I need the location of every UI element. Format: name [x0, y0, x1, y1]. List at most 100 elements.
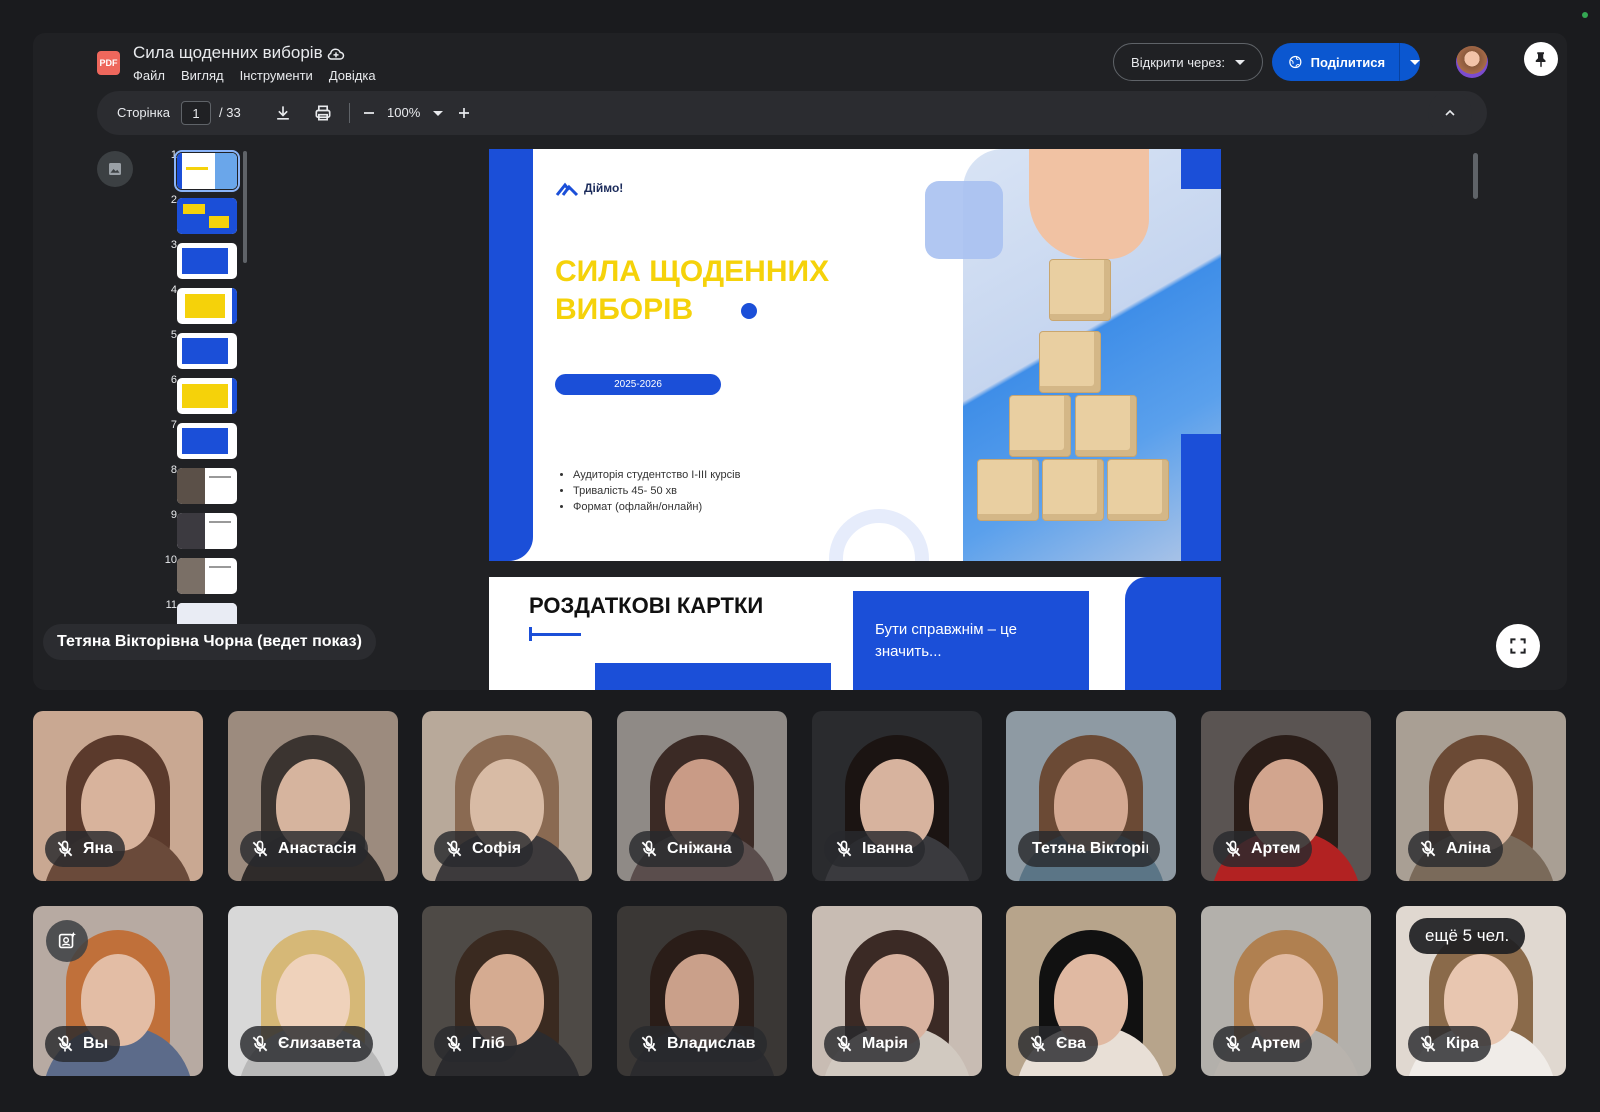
thumbnail-number: 11: [165, 599, 177, 611]
thumbnail-page-9[interactable]: 9: [147, 509, 247, 551]
participant-tile[interactable]: Артем: [1201, 906, 1371, 1076]
menu-file[interactable]: Файл: [133, 68, 165, 83]
thumbnail-number: 2: [170, 194, 177, 206]
mic-off-icon: [252, 840, 268, 857]
thumbnail-page-4[interactable]: 4: [147, 284, 247, 326]
cube-flask-icon: [1009, 395, 1071, 457]
slide-corner-accent: [1181, 434, 1221, 561]
participant-tile[interactable]: Анастасія: [228, 711, 398, 881]
presenter-label: Тетяна Вікторівна Чорна (ведет показ): [43, 624, 376, 660]
participant-tile[interactable]: Артем: [1201, 711, 1371, 881]
participant-name: Тетяна Вікторівна Чорна: [1032, 840, 1148, 857]
share-button[interactable]: Поділитися: [1272, 43, 1420, 81]
slide2-card-text: Бути справжнім – це значить...: [875, 621, 1017, 660]
menu-help[interactable]: Довідка: [329, 68, 376, 83]
self-view-effects-button[interactable]: [46, 920, 88, 962]
thumbnail-page-3[interactable]: 3: [147, 239, 247, 281]
participant-name: Вы: [83, 1035, 109, 1052]
mic-off-icon: [1420, 1035, 1436, 1052]
collapse-toolbar-button[interactable]: [1428, 91, 1472, 135]
cube-graduation-icon: [1049, 259, 1111, 321]
page-label: Сторінка: [117, 105, 170, 120]
fullscreen-icon: [1510, 638, 1526, 654]
thumbnail-image: [174, 150, 240, 192]
participant-tile[interactable]: Владислав: [617, 906, 787, 1076]
thumbnail-page-10[interactable]: 10: [147, 554, 247, 596]
mic-off-icon: [641, 840, 657, 857]
thumbnail-number: 1: [170, 149, 177, 161]
participant-name-chip: Владислав: [629, 1026, 768, 1062]
share-dropdown-icon[interactable]: [1410, 59, 1420, 65]
print-icon[interactable]: [313, 103, 333, 123]
mic-off-icon: [836, 840, 852, 857]
zoom-dropdown-icon[interactable]: [433, 111, 443, 116]
participant-tile[interactable]: Гліб: [422, 906, 592, 1076]
zoom-level[interactable]: 100%: [387, 105, 420, 120]
participant-name: Софія: [472, 840, 522, 857]
zoom-in-icon[interactable]: [454, 103, 474, 123]
menu-tools[interactable]: Інструменти: [240, 68, 313, 83]
zoom-out-icon[interactable]: [359, 103, 379, 123]
participant-tile[interactable]: Іванна: [812, 711, 982, 881]
thumbnail-page-7[interactable]: 7: [147, 419, 247, 461]
participant-tile[interactable]: Сніжана: [617, 711, 787, 881]
thumbnail-number: 9: [170, 509, 177, 521]
menu-view[interactable]: Вигляд: [181, 68, 224, 83]
slide-title: СИЛА ЩОДЕННИХ ВИБОРІВ: [555, 253, 829, 329]
thumbnail-page-1[interactable]: 1: [147, 149, 247, 192]
participant-name: Аліна: [1446, 840, 1491, 857]
participant-tile[interactable]: Аліна: [1396, 711, 1566, 881]
thumbnail-page-5[interactable]: 5: [147, 329, 247, 371]
slide2-underline: [529, 633, 581, 636]
toolbar-divider: [349, 103, 350, 123]
open-with-button[interactable]: Відкрити через:: [1113, 43, 1263, 81]
more-participants-badge[interactable]: ещё 5 чел.: [1409, 918, 1526, 954]
participant-tile[interactable]: Яна: [33, 711, 203, 881]
participant-name-chip: Софія: [434, 831, 534, 867]
thumbnail-scrollbar[interactable]: [243, 151, 247, 263]
participant-name: Марія: [862, 1035, 908, 1052]
page-total: / 33: [219, 105, 241, 120]
thumbnail-page-8[interactable]: 8: [147, 464, 247, 506]
participant-tile[interactable]: Тетяна Вікторівна Чорна: [1006, 711, 1176, 881]
participant-name-chip: Тетяна Вікторівна Чорна: [1018, 831, 1160, 867]
participant-tile[interactable]: Єлизавета: [228, 906, 398, 1076]
participant-name-chip: Артем: [1213, 1026, 1313, 1062]
slide-bullets: Аудиторія студентство І-ІІІ курсів Трива…: [561, 467, 740, 515]
mic-off-icon: [57, 1035, 73, 1052]
participant-tile[interactable]: Софія: [422, 711, 592, 881]
participant-tile[interactable]: Єва: [1006, 906, 1176, 1076]
mic-off-icon: [446, 840, 462, 857]
thumbnail-page-6[interactable]: 6: [147, 374, 247, 416]
slide2-title: РОЗДАТКОВІ КАРТКИ: [529, 593, 764, 618]
participant-name-chip: Яна: [45, 831, 126, 867]
hand-image: [1029, 149, 1149, 259]
pin-button[interactable]: [1524, 42, 1558, 76]
download-icon[interactable]: [273, 103, 293, 123]
thumbnail-image: [177, 243, 237, 279]
thumbnail-number: 3: [170, 239, 177, 251]
mic-off-icon: [1420, 840, 1436, 857]
thumbnail-page-2[interactable]: 2: [147, 194, 247, 236]
participant-name-chip: Анастасія: [240, 831, 369, 867]
viewer-scrollbar[interactable]: [1473, 153, 1478, 199]
fullscreen-button[interactable]: [1496, 624, 1540, 668]
participant-tile[interactable]: Марія: [812, 906, 982, 1076]
participant-tile[interactable]: Вы: [33, 906, 203, 1076]
participant-name-chip: Сніжана: [629, 831, 744, 867]
thumbnail-toggle-button[interactable]: [97, 151, 133, 187]
page-number-input[interactable]: 1: [181, 101, 211, 125]
cube-palette-icon: [1042, 459, 1104, 521]
thumbnail-image: [177, 558, 237, 594]
slide2-right-accent: [1125, 577, 1221, 690]
participant-name-chip: Кіра: [1408, 1026, 1491, 1062]
mic-off-icon: [1030, 1035, 1046, 1052]
participant-name-chip: Єлизавета: [240, 1026, 374, 1062]
cloud-add-icon[interactable]: [326, 44, 346, 64]
account-avatar[interactable]: [1456, 46, 1488, 78]
chevron-down-icon: [1234, 59, 1245, 65]
participant-name: Сніжана: [667, 840, 732, 857]
document-title[interactable]: Сила щоденних виборів: [133, 43, 323, 63]
participant-name: Кіра: [1446, 1035, 1479, 1052]
slide-accent-bar: [489, 149, 533, 561]
